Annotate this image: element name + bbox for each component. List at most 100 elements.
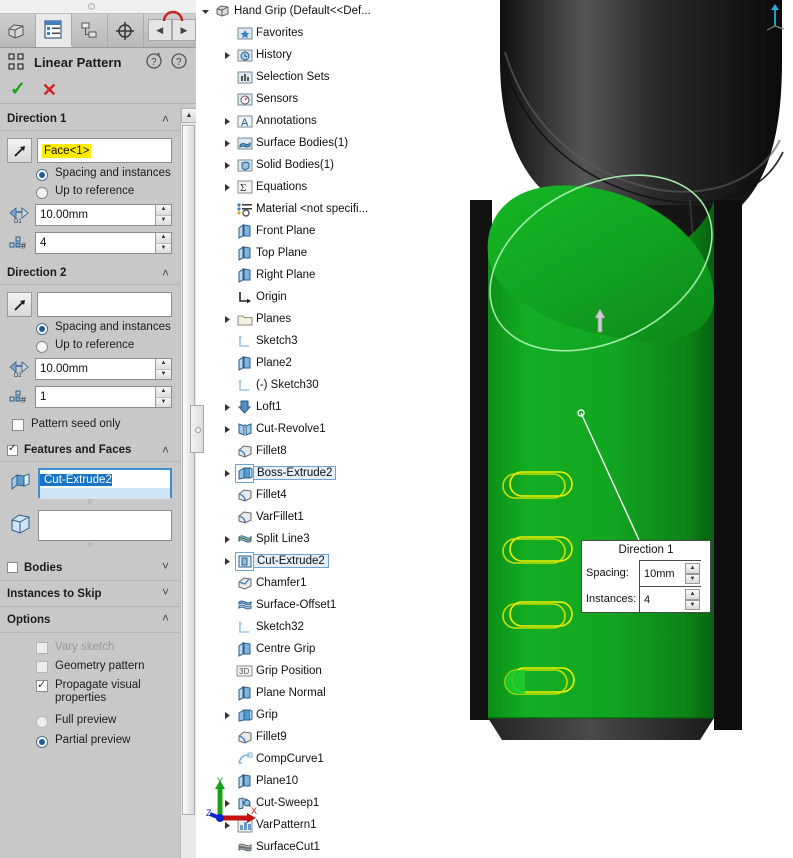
cancel-button[interactable]: ✕	[42, 81, 57, 99]
features-selection-list[interactable]: Cut-Extrude2	[38, 468, 172, 499]
scroll-up-arrow-icon[interactable]: ▲	[181, 108, 197, 123]
tree-item[interactable]: Chamfer1	[196, 572, 401, 594]
tree-item[interactable]: Grip	[196, 704, 401, 726]
radio-on-icon[interactable]	[36, 736, 48, 748]
tree-item[interactable]: Sketch3	[196, 330, 401, 352]
tree-item-root[interactable]: Hand Grip (Default<<Def...	[196, 0, 401, 22]
tree-item[interactable]: Selection Sets	[196, 66, 401, 88]
tree-item[interactable]: Fillet8	[196, 440, 401, 462]
tree-item[interactable]: (-) Sketch30	[196, 374, 401, 396]
tree-item[interactable]: Boss-Extrude2	[196, 462, 401, 484]
radio-on-icon[interactable]	[36, 169, 48, 181]
section-header-options[interactable]: Options ˄	[0, 607, 180, 633]
direction1-spacing-instances-radio[interactable]: Spacing and instances	[0, 165, 180, 183]
chevron-up-icon[interactable]: ˄	[159, 612, 172, 625]
chevron-down-icon[interactable]	[200, 6, 210, 16]
tree-item[interactable]: Cut-Revolve1	[196, 418, 401, 440]
tree-item[interactable]: Plane Normal	[196, 682, 401, 704]
direction1-callout[interactable]: Direction 1 Spacing: 10mm ▲ ▼ Instances: …	[581, 540, 711, 613]
direction2-reverse-direction-button[interactable]	[7, 292, 32, 317]
option-partial-preview-row[interactable]: Partial preview	[0, 730, 180, 750]
tree-item[interactable]: Favorites	[196, 22, 401, 44]
tree-item[interactable]: SurfaceCut1	[196, 836, 401, 858]
model-canvas[interactable]	[401, 0, 793, 858]
panel-splitter-handle[interactable]	[190, 405, 204, 453]
checkbox-on-icon[interactable]	[36, 678, 48, 692]
direction1-spacing-spinner[interactable]: ▲ ▼	[155, 205, 171, 225]
direction2-selection-field[interactable]	[37, 292, 172, 317]
tree-item[interactable]: Loft1	[196, 396, 401, 418]
option-full-preview-row[interactable]: Full preview	[0, 708, 180, 730]
expand-arrow-icon[interactable]	[222, 468, 232, 478]
direction2-spacing-input[interactable]: 10.00mm ▲ ▼	[35, 358, 172, 380]
direction2-instances-spinner[interactable]: ▲ ▼	[155, 387, 171, 407]
callout-instances-field[interactable]: 4 ▲ ▼	[639, 586, 701, 612]
tree-item[interactable]: A Annotations	[196, 110, 401, 132]
section-header-features-and-faces[interactable]: Features and Faces ˄	[0, 439, 180, 462]
expand-arrow-icon[interactable]	[222, 138, 232, 148]
callout-instances-spinner[interactable]: ▲ ▼	[685, 589, 700, 610]
callout-spacing-spinner[interactable]: ▲ ▼	[685, 563, 700, 584]
tree-item[interactable]: Cut-Extrude2	[196, 550, 401, 572]
faces-list-resize-grip[interactable]: ○	[0, 540, 180, 550]
expand-arrow-icon[interactable]	[222, 710, 232, 720]
section-header-bodies[interactable]: Bodies ˅	[0, 555, 180, 581]
tree-item[interactable]: Σ Equations	[196, 176, 401, 198]
tree-item[interactable]: Sketch32	[196, 616, 401, 638]
checkbox-off-icon[interactable]	[12, 419, 24, 431]
feature-manager-tree[interactable]: Hand Grip (Default<<Def... Favorites Hist…	[196, 0, 401, 858]
expand-arrow-icon[interactable]	[222, 314, 232, 324]
whats-new-help-icon[interactable]: ? *	[146, 52, 163, 69]
option-propagate-visual-properties-row[interactable]: Propagate visual properties	[0, 676, 180, 708]
faces-selection-list[interactable]	[38, 510, 172, 541]
graphics-viewport[interactable]: Direction 1 Spacing: 10mm ▲ ▼ Instances: …	[401, 0, 793, 858]
expand-arrow-icon[interactable]	[222, 534, 232, 544]
tree-item[interactable]: Top Plane	[196, 242, 401, 264]
tree-item[interactable]: Solid Bodies(1)	[196, 154, 401, 176]
callout-spacing-field[interactable]: 10mm ▲ ▼	[639, 560, 701, 586]
expand-arrow-icon[interactable]	[222, 424, 232, 434]
tree-item[interactable]: Fillet9	[196, 726, 401, 748]
expand-arrow-icon[interactable]	[222, 556, 232, 566]
expand-arrow-icon[interactable]	[222, 116, 232, 126]
tree-item[interactable]: Right Plane	[196, 264, 401, 286]
features-and-faces-checkbox[interactable]	[7, 443, 18, 456]
direction1-spacing-input[interactable]: 10.00mm ▲ ▼	[35, 204, 172, 226]
expand-arrow-icon[interactable]	[222, 402, 232, 412]
features-list-resize-grip[interactable]: ○	[0, 497, 180, 507]
tree-item[interactable]: 3D Grip Position	[196, 660, 401, 682]
configuration-manager-tab[interactable]	[72, 14, 108, 47]
section-header-direction2[interactable]: Direction 2 ˄	[0, 262, 180, 285]
direction2-spacing-instances-radio[interactable]: Spacing and instances	[0, 319, 180, 337]
tree-item[interactable]: Surface-Offset1	[196, 594, 401, 616]
tree-item[interactable]: Plane2	[196, 352, 401, 374]
option-vary-sketch-row[interactable]: Vary sketch	[0, 638, 180, 657]
tree-item[interactable]: Centre Grip	[196, 638, 401, 660]
direction1-selection-field[interactable]: Face<1>	[37, 138, 172, 163]
tree-item[interactable]: Split Line3	[196, 528, 401, 550]
accept-button[interactable]: ✓	[10, 80, 26, 99]
tree-item[interactable]: Material <not specifi...	[196, 198, 401, 220]
tree-item[interactable]: VarFillet1	[196, 506, 401, 528]
tree-item[interactable]: Front Plane	[196, 220, 401, 242]
expand-arrow-icon[interactable]	[222, 182, 232, 192]
features-list-empty-area[interactable]	[40, 488, 170, 499]
radio-off-icon[interactable]	[36, 187, 48, 199]
direction2-spacing-spinner[interactable]: ▲ ▼	[155, 359, 171, 379]
tree-item[interactable]: Surface Bodies(1)	[196, 132, 401, 154]
expand-arrow-icon[interactable]	[222, 50, 232, 60]
chevron-up-icon[interactable]: ˄	[159, 267, 172, 280]
option-geometry-pattern-row[interactable]: Geometry pattern	[0, 657, 180, 676]
property-manager-tab[interactable]	[35, 14, 72, 47]
help-icon[interactable]: ?	[171, 52, 188, 69]
chevron-down-icon[interactable]: ˅	[159, 586, 172, 599]
section-header-direction1[interactable]: Direction 1 ˄	[0, 108, 180, 131]
radio-on-icon[interactable]	[36, 323, 48, 335]
tree-item[interactable]: CompCurve1	[196, 748, 401, 770]
radio-off-icon[interactable]	[36, 341, 48, 353]
section-header-instances-to-skip[interactable]: Instances to Skip ˅	[0, 581, 180, 607]
bodies-checkbox[interactable]	[7, 562, 18, 573]
close-arc-icon[interactable]	[162, 10, 184, 24]
panel-pin-dot[interactable]	[88, 3, 95, 10]
checkbox-off-icon[interactable]	[36, 661, 48, 673]
